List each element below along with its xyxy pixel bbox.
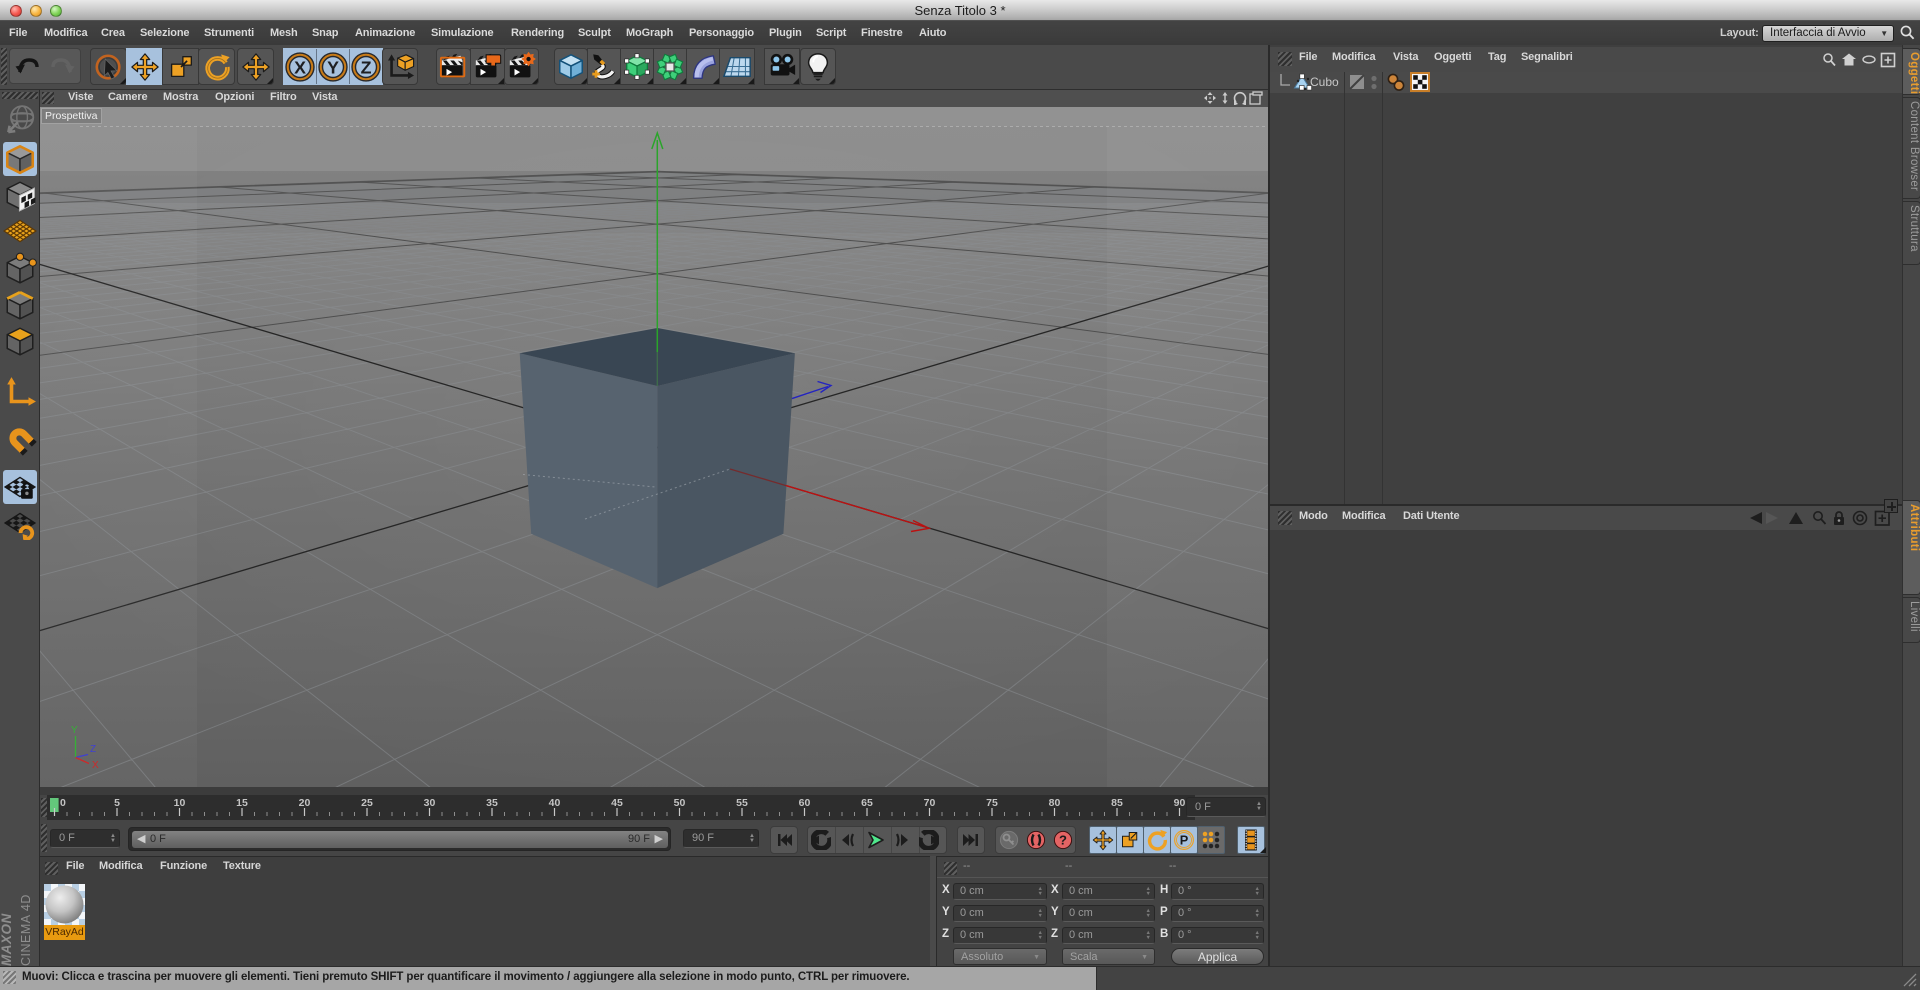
- svg-text:30: 30: [424, 797, 436, 809]
- svg-text:50: 50: [674, 797, 686, 809]
- svg-text:X: X: [294, 57, 306, 77]
- svg-text:45: 45: [611, 797, 623, 809]
- svg-text:Z: Z: [361, 57, 372, 77]
- svg-text:15: 15: [236, 797, 248, 809]
- svg-text:70: 70: [924, 797, 936, 809]
- svg-text:55: 55: [736, 797, 748, 809]
- svg-text:60: 60: [799, 797, 811, 809]
- svg-text:20: 20: [299, 797, 311, 809]
- svg-text:85: 85: [1111, 797, 1123, 809]
- svg-text:?: ?: [1059, 833, 1067, 848]
- svg-text:75: 75: [986, 797, 998, 809]
- svg-text:Y: Y: [327, 57, 339, 77]
- svg-text:90: 90: [1174, 797, 1186, 809]
- svg-text:40: 40: [549, 797, 561, 809]
- svg-text:P: P: [1180, 833, 1189, 848]
- svg-text:5: 5: [114, 797, 120, 809]
- svg-text:10: 10: [174, 797, 186, 809]
- svg-text:80: 80: [1049, 797, 1061, 809]
- svg-text:35: 35: [486, 797, 498, 809]
- svg-text:25: 25: [361, 797, 373, 809]
- svg-text:0: 0: [60, 797, 66, 809]
- svg-text:65: 65: [861, 797, 873, 809]
